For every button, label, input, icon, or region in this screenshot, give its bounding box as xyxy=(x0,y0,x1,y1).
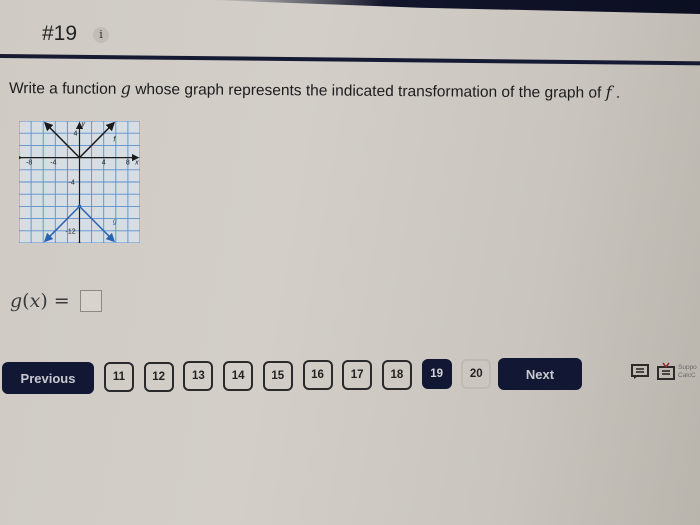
x-axis-label: x xyxy=(134,160,139,167)
next-button[interactable]: Next xyxy=(498,358,582,390)
tool-icons xyxy=(630,362,676,380)
support-text-line2: CalcC xyxy=(678,372,696,379)
prompt-text-2: whose graph represents the indicated tra… xyxy=(130,80,606,102)
video-help-icon[interactable] xyxy=(656,362,676,380)
page-button-16[interactable]: 16 xyxy=(302,360,333,391)
page-button-20[interactable]: 20 xyxy=(461,358,492,389)
top-bar-edge xyxy=(210,0,700,14)
x-tick-label: 4 xyxy=(102,160,106,167)
answer-label: g(x) = xyxy=(10,290,70,312)
question-header: #19 i xyxy=(0,14,700,54)
chat-icon[interactable] xyxy=(630,362,650,380)
page-button-14[interactable]: 14 xyxy=(223,360,254,391)
answer-row: g(x) = xyxy=(10,290,102,312)
x-tick-label: -4 xyxy=(50,160,56,167)
page-button-17[interactable]: 17 xyxy=(342,359,373,390)
vertex-g xyxy=(77,204,82,209)
support-calcchat-link[interactable]: Suppo CalcC xyxy=(678,364,697,380)
previous-button[interactable]: Previous xyxy=(2,362,94,394)
page-button-13[interactable]: 13 xyxy=(183,361,214,392)
page-button-12[interactable]: 12 xyxy=(143,361,174,392)
y-tick-label: 4 xyxy=(74,131,78,138)
y-axis-label: y xyxy=(81,121,86,128)
support-text-line1: Suppo xyxy=(678,364,697,371)
question-navigation: Previous 11 12 13 14 15 16 17 18 19 20 Next xyxy=(0,358,700,398)
y-tick-label: -12 xyxy=(66,228,76,235)
question-number: #19 xyxy=(42,22,78,45)
page-button-15[interactable]: 15 xyxy=(262,360,293,391)
answer-input[interactable] xyxy=(79,290,102,312)
prompt-text-1: Write a function xyxy=(8,80,121,98)
info-icon[interactable]: i xyxy=(93,27,109,43)
g-label: g xyxy=(113,218,117,225)
transformation-graph: -8 -4 4 8 x4-4-12yfg xyxy=(19,121,140,243)
x-tick-label: -8 xyxy=(26,160,32,167)
page-button-11[interactable]: 11 xyxy=(104,362,134,392)
page-button-19[interactable]: 19 xyxy=(421,359,452,390)
y-tick-label: -4 xyxy=(69,180,75,187)
question-prompt: Write a function g whose graph represent… xyxy=(9,78,620,103)
x-tick-label: 8 xyxy=(126,160,130,167)
prompt-var-g: g xyxy=(120,78,132,98)
header-divider xyxy=(0,54,700,66)
prompt-text-3: . xyxy=(611,84,621,102)
page-button-18[interactable]: 18 xyxy=(381,359,412,390)
